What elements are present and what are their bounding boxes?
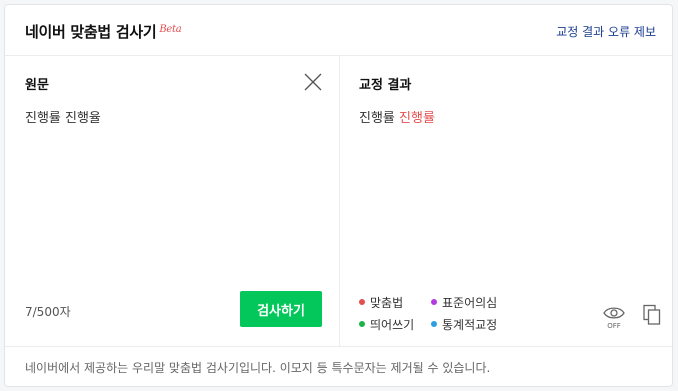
char-count: 7/500자: [25, 305, 71, 319]
blue-dot-icon: [431, 321, 437, 327]
red-dot-icon: [359, 299, 365, 305]
green-dot-icon: [359, 321, 365, 327]
legend-item-spelling: 맞춤법: [359, 294, 431, 311]
legend-label: 통계적교정: [442, 317, 498, 332]
legend-item-statistical: 통계적교정: [431, 316, 531, 333]
legend-item-spacing: 띄어쓰기: [359, 316, 431, 333]
header: 네이버 맞춤법 검사기 Beta 교정 결과 오류 제보: [5, 5, 672, 56]
purple-dot-icon: [431, 299, 437, 305]
legend: 맞춤법 표준어의심 띄어쓰기 통계적교정: [359, 291, 531, 335]
title-text: 네이버 맞춤법 검사기: [25, 23, 157, 41]
copy-button[interactable]: [641, 304, 663, 326]
source-title: 원문: [25, 78, 49, 93]
spell-checker-card: 네이버 맞춤법 검사기 Beta 교정 결과 오류 제보 원문 진행률 진행율 7…: [4, 4, 673, 387]
footer: 네이버에서 제공하는 우리말 맞춤법 검사기입니다. 이모지 등 특수문자는 제…: [5, 346, 672, 387]
result-pane: 교정 결과 진행률 진행률 맞춤법 표준어의심 띄어쓰기 통계적교정 OFF: [340, 55, 672, 346]
result-word-correct: 진행률: [359, 111, 395, 126]
page-title: 네이버 맞춤법 검사기 Beta: [25, 21, 182, 42]
close-icon[interactable]: [303, 72, 323, 92]
source-text-input[interactable]: 진행률 진행율: [25, 107, 101, 126]
copy-icon: [643, 304, 661, 325]
legend-item-standard: 표준어의심: [431, 294, 531, 311]
legend-label: 맞춤법: [370, 295, 404, 310]
result-text: 진행률 진행률: [359, 107, 435, 126]
legend-label: 표준어의심: [442, 295, 498, 310]
eye-icon: [603, 307, 625, 319]
eye-toggle-state: OFF: [607, 322, 621, 330]
legend-label: 띄어쓰기: [370, 317, 415, 332]
footer-notice: 네이버에서 제공하는 우리말 맞춤법 검사기입니다. 이모지 등 특수문자는 제…: [25, 361, 491, 375]
beta-badge: Beta: [159, 24, 182, 35]
check-button[interactable]: 검사하기: [240, 291, 322, 327]
source-pane: 원문 진행률 진행율 7/500자 검사하기: [5, 55, 340, 346]
result-title: 교정 결과: [359, 78, 412, 93]
report-error-link[interactable]: 교정 결과 오류 제보: [556, 23, 656, 40]
eye-toggle-button[interactable]: OFF: [602, 305, 626, 331]
result-word-corrected[interactable]: 진행률: [399, 111, 435, 126]
